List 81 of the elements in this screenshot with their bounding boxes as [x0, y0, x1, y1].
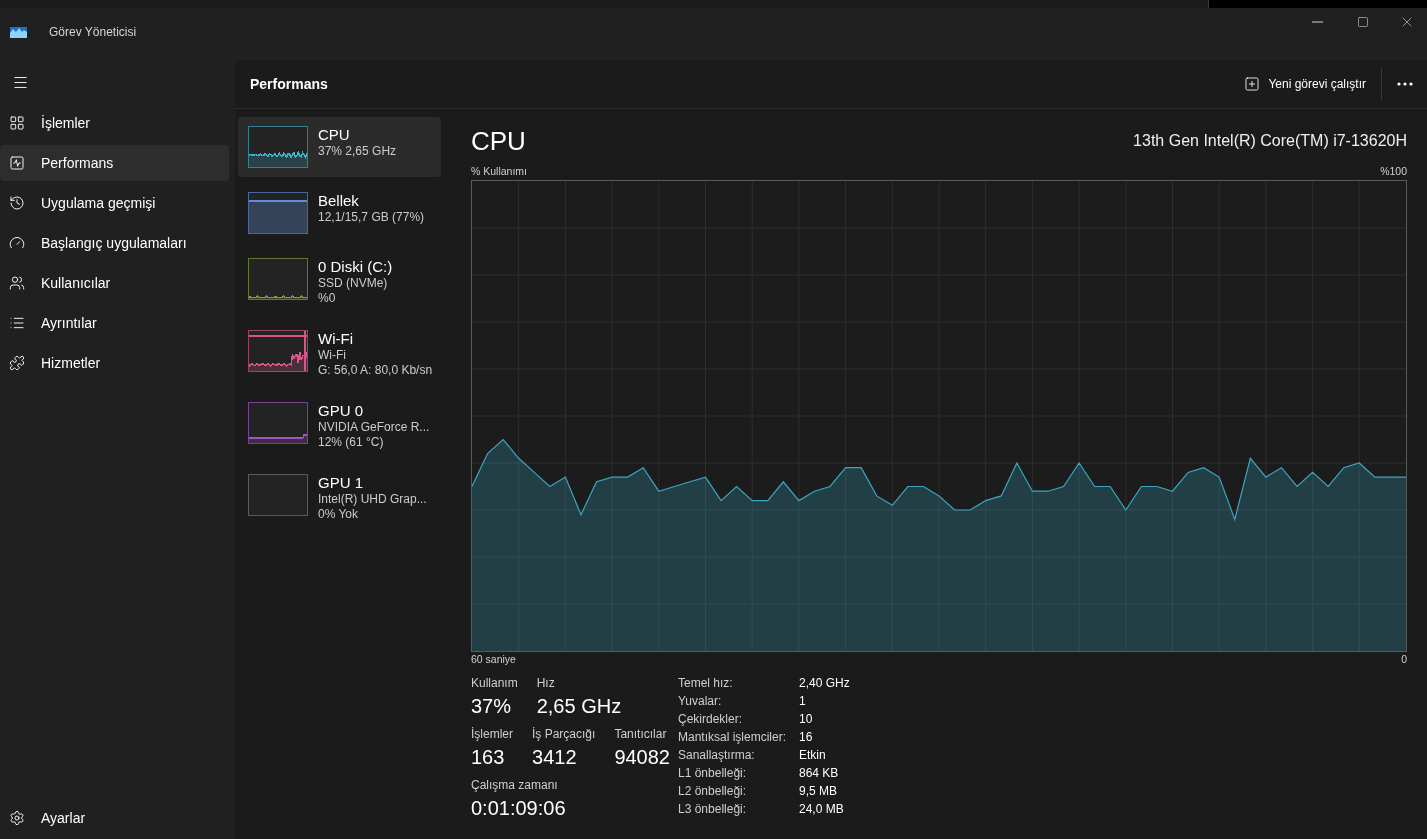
x-axis-start-label: 60 saniye: [471, 652, 516, 666]
empty-graph-thumbnail: [248, 474, 308, 516]
spec-label: L2 önbelleği:: [678, 784, 748, 798]
window-title: Görev Yöneticisi: [49, 25, 137, 39]
resource-title: CPU: [471, 125, 526, 157]
spec-value: 2,40 GHz: [799, 676, 850, 690]
device-name: Bellek: [318, 192, 360, 210]
more-icon: [1397, 82, 1413, 86]
stat-value: 0:01:09:06: [471, 796, 566, 820]
activity-icon: [9, 155, 25, 171]
stat-value: 3412: [532, 745, 578, 769]
settings-icon: [9, 810, 25, 826]
device-detail: 12,1/15,7 GB (77%): [318, 210, 425, 225]
stat-value: 37%: [471, 694, 513, 718]
processor-model: 13th Gen Intel(R) Core(TM) i7-13620H: [1133, 132, 1407, 150]
square-plus-icon: [1244, 76, 1261, 92]
spec-label: Yuvalar:: [678, 694, 723, 708]
users-icon: [9, 275, 25, 291]
settings-item[interactable]: Ayarlar: [0, 800, 229, 836]
device-name: Wi-Fi: [318, 330, 354, 348]
stat-value: 2,65 GHz: [536, 694, 622, 718]
device-name: CPU: [318, 126, 351, 144]
spec-value: 16: [799, 730, 814, 744]
device-detail: SSD (NVMe): [318, 276, 389, 291]
device-detail: NVIDIA GeForce R...: [318, 420, 430, 435]
maximize-icon: [1357, 16, 1369, 28]
sidebar-item[interactable]: Ayrıntılar: [0, 305, 229, 341]
device-detail: Wi-Fi: [318, 348, 347, 363]
spec-label: L3 önbelleği:: [678, 802, 748, 816]
spec-value: 9,5 MB: [799, 784, 838, 798]
device-detail: Intel(R) UHD Grap...: [318, 492, 427, 507]
device-item[interactable]: CPU 37% 2,65 GHz: [238, 117, 441, 177]
device-detail: 0% Yok: [318, 507, 360, 522]
device-item[interactable]: GPU 1 Intel(R) UHD Grap... 0% Yok: [238, 465, 441, 531]
stat-label: Kullanım: [471, 676, 518, 690]
sidebar-item[interactable]: Kullanıcılar: [0, 265, 229, 301]
sidebar-item[interactable]: İşlemler: [0, 105, 229, 141]
x-axis-end-label: 0: [1401, 652, 1407, 666]
stat-label: Çalışma zamanı: [471, 778, 559, 792]
device-detail: 12% (61 °C): [318, 435, 385, 450]
gauge-icon: [9, 235, 25, 251]
sidebar-item[interactable]: Hizmetler: [0, 345, 229, 381]
stat-value: 94082: [614, 745, 670, 769]
y-axis-max-label: %100: [1380, 164, 1407, 178]
spec-label: Temel hız:: [678, 676, 734, 690]
stat-value: 163: [471, 745, 506, 769]
graph-logo-icon: [10, 26, 27, 38]
device-item[interactable]: 0 Diski (C:) SSD (NVMe) %0: [238, 249, 441, 315]
device-detail: G: 56,0 A: 80,0 Kb/sn: [318, 363, 431, 378]
minimize-icon: [1311, 21, 1323, 23]
stat-label: Tanıtıcılar: [614, 727, 668, 741]
history-icon: [9, 195, 25, 211]
device-detail: %0: [318, 291, 337, 306]
grid-icon: [9, 115, 25, 131]
page-title: Performans: [250, 76, 328, 92]
run-new-task-button[interactable]: Yeni görevi çalıştır: [1235, 68, 1375, 100]
device-name: 0 Diski (C:): [318, 258, 393, 276]
stat-label: Hız: [536, 676, 556, 690]
spec-label: Sanallaştırma:: [678, 748, 756, 762]
spec-label: Çekirdekler:: [678, 712, 744, 726]
sidebar-item[interactable]: Başlangıç uygulamaları: [0, 225, 229, 261]
stat-label: İşlemler: [471, 727, 513, 741]
spec-value: 10: [799, 712, 814, 726]
spec-label: Mantıksal işlemciler:: [678, 730, 788, 744]
spec-value: 24,0 MB: [799, 802, 845, 816]
puzzle-icon: [9, 355, 25, 371]
device-item[interactable]: GPU 0 NVIDIA GeForce R... 12% (61 °C): [238, 393, 441, 459]
stat-label: İş Parçacığı: [532, 727, 596, 741]
sidebar-item[interactable]: Performans: [0, 145, 229, 181]
spec-value: 1: [799, 694, 807, 708]
sidebar-item[interactable]: Uygulama geçmişi: [0, 185, 229, 221]
spec-value: Etkin: [799, 748, 827, 762]
spec-label: L1 önbelleği:: [678, 766, 748, 780]
list-icon: [9, 315, 25, 331]
device-item[interactable]: Bellek 12,1/15,7 GB (77%): [238, 183, 441, 243]
spec-value: 864 KB: [799, 766, 840, 780]
device-name: GPU 1: [318, 474, 364, 492]
device-item[interactable]: Wi-Fi Wi-Fi G: 56,0 A: 80,0 Kb/sn: [238, 321, 441, 387]
device-detail: 37% 2,65 GHz: [318, 144, 397, 159]
device-name: GPU 0: [318, 402, 364, 420]
y-axis-label: % Kullanımı: [471, 164, 528, 178]
